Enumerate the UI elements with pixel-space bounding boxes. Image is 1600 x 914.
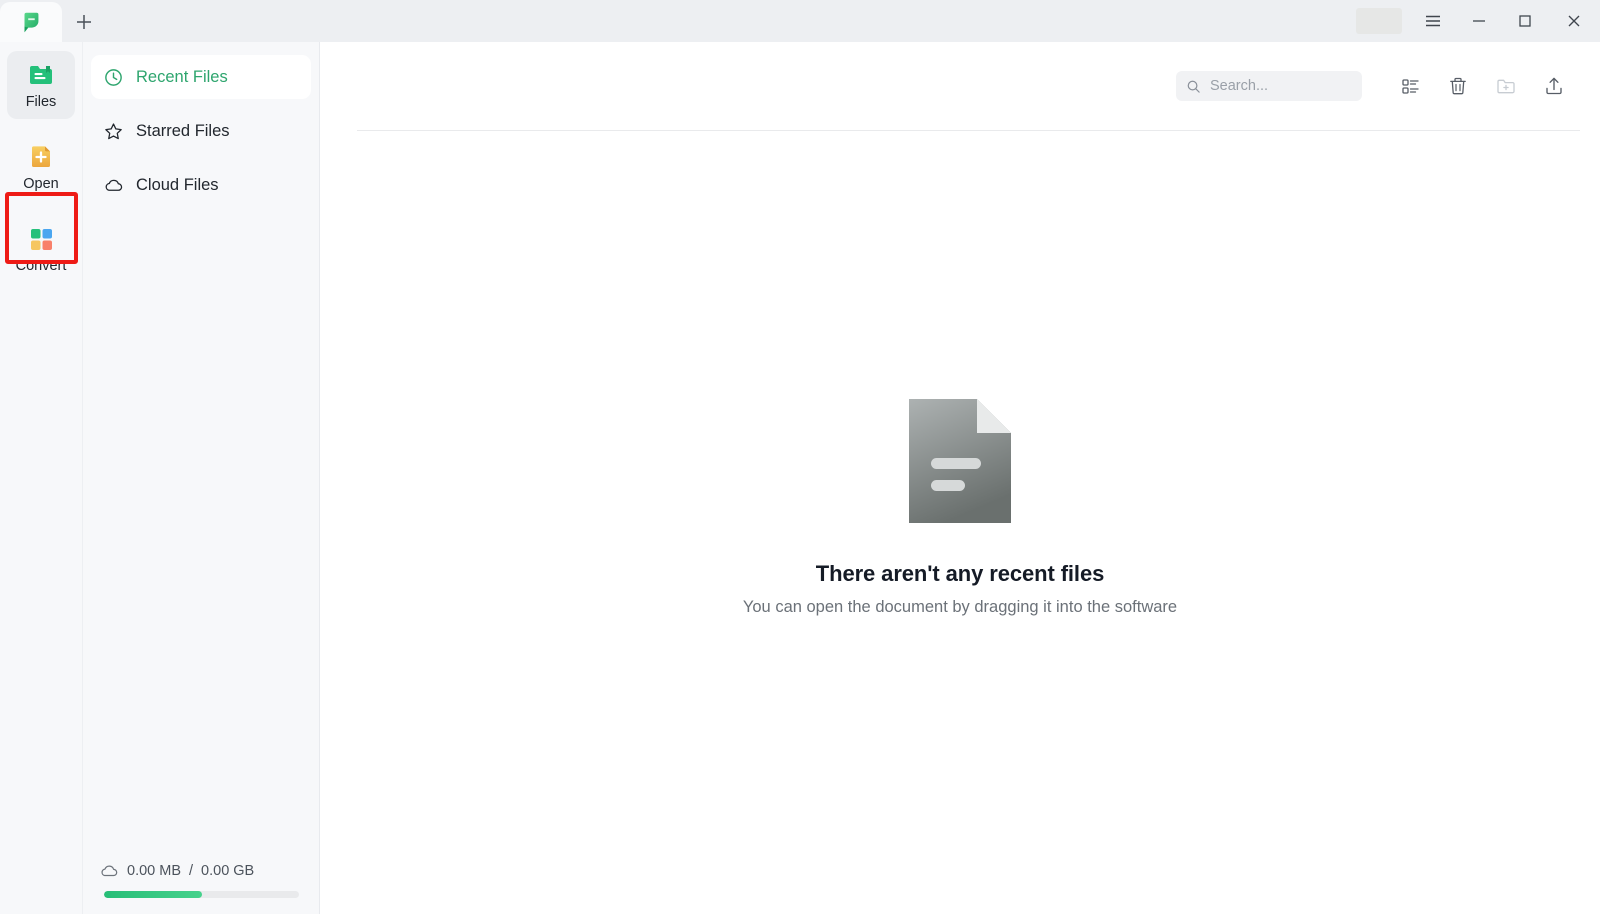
storage-used: 0.00 MB xyxy=(127,863,181,879)
storage-indicator: 0.00 MB / 0.00 GB xyxy=(83,861,319,914)
app-tab[interactable] xyxy=(0,2,62,42)
trash-button[interactable] xyxy=(1434,66,1482,106)
nav-item-label: Cloud Files xyxy=(136,175,219,194)
files-icon xyxy=(30,65,52,84)
storage-usage-row: 0.00 MB / 0.00 GB xyxy=(83,861,319,881)
content-area: There aren't any recent files You can op… xyxy=(320,42,1600,914)
title-bar xyxy=(0,0,1600,42)
maximize-icon xyxy=(1519,15,1531,27)
nav-item-recent-files[interactable]: Recent Files xyxy=(91,55,311,99)
open-icon xyxy=(32,146,50,167)
empty-state: There aren't any recent files You can op… xyxy=(320,131,1600,914)
document-icon xyxy=(909,399,1011,523)
storage-separator: / xyxy=(189,863,194,879)
trash-icon xyxy=(1450,77,1466,95)
list-view-button[interactable] xyxy=(1386,66,1434,106)
content-toolbar xyxy=(320,42,1600,130)
app-logo-icon xyxy=(23,12,39,33)
nav-item-label: Recent Files xyxy=(136,67,228,86)
close-button[interactable] xyxy=(1548,0,1600,42)
minimize-icon xyxy=(1473,20,1485,22)
new-tab-button[interactable] xyxy=(62,2,106,42)
menu-button[interactable] xyxy=(1410,0,1456,42)
search-box[interactable] xyxy=(1176,71,1362,101)
minimize-button[interactable] xyxy=(1456,0,1502,42)
upload-button[interactable] xyxy=(1530,66,1578,106)
application-window: Files Open Convert Recent Files Starred … xyxy=(0,0,1600,914)
sidebar-item-files[interactable]: Files xyxy=(7,51,75,119)
sidebar-item-open[interactable]: Open xyxy=(7,133,75,201)
cloud-icon xyxy=(105,179,123,191)
hamburger-menu-icon xyxy=(1426,15,1440,27)
main-body: Files Open Convert Recent Files Starred … xyxy=(0,42,1600,914)
search-icon xyxy=(1187,80,1200,93)
storage-progress-bar xyxy=(104,891,299,898)
convert-icon xyxy=(31,228,52,250)
search-input[interactable] xyxy=(1210,78,1352,94)
clock-icon xyxy=(105,68,122,86)
titlebar-placeholder xyxy=(1356,8,1402,34)
window-controls xyxy=(1356,0,1600,42)
nav-item-label: Starred Files xyxy=(136,121,230,140)
sidebar-item-label: Open xyxy=(23,175,59,192)
maximize-button[interactable] xyxy=(1502,0,1548,42)
sidebar-item-label: Files xyxy=(25,93,57,110)
sidebar-item-convert[interactable]: Convert xyxy=(7,215,75,283)
empty-state-title: There aren't any recent files xyxy=(815,561,1105,586)
new-folder-icon xyxy=(1497,79,1515,94)
star-icon xyxy=(105,122,122,139)
cloud-icon xyxy=(101,865,118,877)
primary-sidebar: Files Open Convert xyxy=(0,42,83,914)
nav-item-cloud-files[interactable]: Cloud Files xyxy=(91,163,311,207)
secondary-sidebar: Recent Files Starred Files Cloud Files 0… xyxy=(83,42,320,914)
empty-state-subtitle: You can open the document by dragging it… xyxy=(742,598,1178,616)
list-view-icon xyxy=(1401,78,1419,94)
upload-icon xyxy=(1546,77,1562,95)
sidebar-item-label: Convert xyxy=(15,257,67,274)
plus-icon xyxy=(77,15,91,29)
storage-total: 0.00 GB xyxy=(201,863,255,879)
tab-strip xyxy=(0,0,106,42)
close-icon xyxy=(1568,15,1580,27)
new-folder-button[interactable] xyxy=(1482,66,1530,106)
storage-progress-fill xyxy=(104,891,202,898)
nav-item-starred-files[interactable]: Starred Files xyxy=(91,109,311,153)
